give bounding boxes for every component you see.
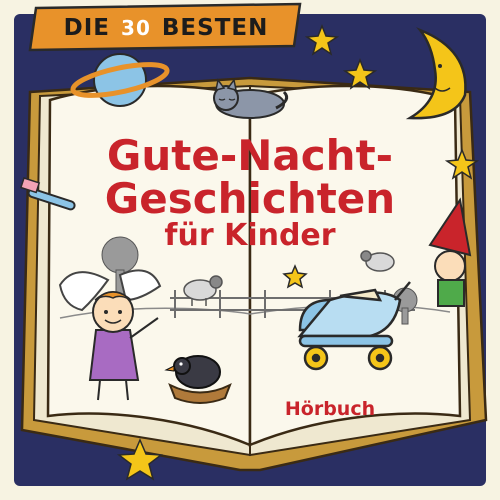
title-line-3: für Kinder [164,218,336,253]
banner-number: 30 [121,16,151,40]
series-banner: DIE 30 BESTEN [40,8,292,48]
title-line-2: Geschichten [104,174,396,223]
album-cover: DIE 30 BESTEN Gute-Nacht- Geschichten fü… [0,0,500,500]
banner-prefix: DIE [63,15,111,41]
audiobook-label: Hörbuch [284,398,376,420]
banner-suffix: BESTEN [161,15,269,41]
title-line-1: Gute-Nacht- [106,131,394,180]
